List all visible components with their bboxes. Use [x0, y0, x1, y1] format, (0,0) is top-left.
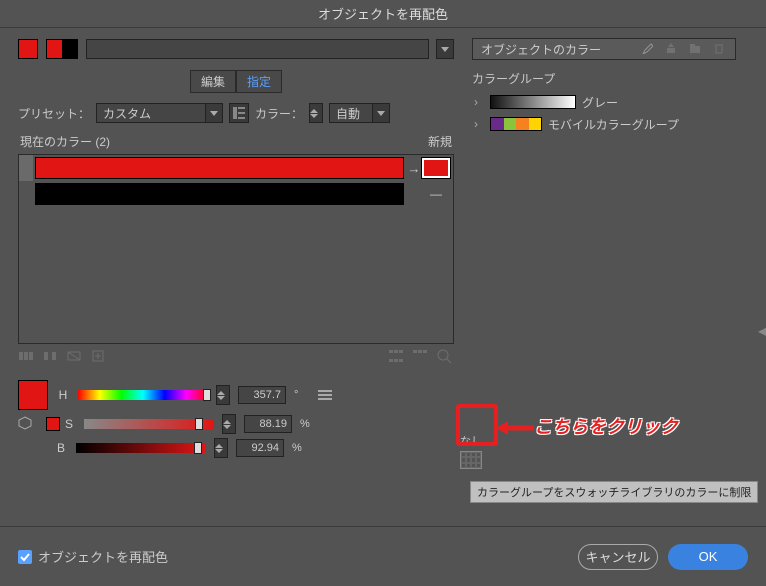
panel-collapse-handle[interactable]: ◀	[758, 324, 766, 340]
color-row[interactable]: —	[19, 181, 453, 207]
expand-icon[interactable]: ›	[474, 117, 484, 131]
group-swatch-strip	[490, 117, 542, 131]
hue-unit: °	[294, 389, 308, 401]
new-colors-label: 新規	[428, 133, 452, 150]
grid-options-icon	[233, 107, 245, 119]
saturation-label: S	[62, 417, 76, 431]
brightness-label: B	[54, 441, 68, 455]
preset-row: プリセット： カスタム カラー： 自動	[18, 103, 454, 123]
current-color-bar[interactable]	[35, 157, 404, 179]
color-list-toolbar	[18, 344, 454, 374]
checkbox-checked-icon[interactable]	[18, 550, 32, 564]
dialog-title: オブジェクトを再配色	[0, 0, 766, 28]
preset-value: カスタム	[96, 103, 206, 123]
color-row[interactable]: →	[19, 155, 453, 181]
sort-lightness-icon[interactable]	[412, 348, 430, 366]
color-group-swatch[interactable]	[46, 39, 78, 59]
hue-label: H	[56, 388, 70, 402]
saturation-input[interactable]	[244, 415, 292, 433]
expand-icon[interactable]: ›	[474, 95, 484, 109]
color-count-select[interactable]: 自動	[329, 103, 390, 123]
saturation-unit: %	[300, 418, 314, 430]
new-row-icon[interactable]	[90, 348, 108, 366]
current-colors-label: 現在のカラー (2)	[20, 133, 110, 150]
hue-slider[interactable]	[78, 390, 208, 400]
swatch-library-button[interactable]	[460, 451, 482, 469]
preset-select[interactable]: カスタム	[96, 103, 223, 123]
exclude-colors-icon[interactable]	[66, 348, 84, 366]
color-group-item[interactable]: › グレー	[472, 91, 736, 113]
tab-edit[interactable]: 編集	[190, 70, 236, 93]
no-assignment-icon[interactable]: —	[422, 184, 450, 204]
group-name: モバイルカラーグループ	[548, 116, 679, 133]
color-assignment-list: → —	[18, 154, 454, 344]
artwork-colors-label: オブジェクトのカラー	[481, 41, 601, 58]
preset-label: プリセット：	[18, 105, 90, 122]
color-group-name-field[interactable]	[86, 39, 429, 59]
folder-icon[interactable]	[689, 42, 703, 56]
sort-hue-icon[interactable]	[388, 348, 406, 366]
preset-options-button[interactable]	[229, 103, 249, 123]
group-swatch-strip	[490, 95, 576, 109]
color-count-stepper[interactable]	[309, 103, 323, 123]
hsb-section: H ° S % B	[18, 374, 454, 458]
color-groups-header: カラーグループ	[472, 70, 736, 87]
saturation-stepper[interactable]	[222, 414, 236, 434]
mode-tabs: 編集 指定	[18, 70, 454, 93]
proof-swatch[interactable]	[46, 417, 60, 431]
assign-arrow-icon[interactable]: →	[406, 161, 422, 176]
group-name: グレー	[582, 94, 618, 111]
tooltip: カラーグループをスウォッチライブラリのカラーに制限	[470, 481, 758, 503]
cancel-button[interactable]: キャンセル	[578, 544, 658, 570]
chevron-down-icon	[205, 103, 223, 123]
out-of-gamut-icon[interactable]	[18, 416, 34, 432]
current-colors-header: 現在のカラー (2) 新規	[18, 133, 454, 150]
dialog-footer: オブジェクトを再配色 キャンセル OK	[0, 526, 766, 586]
active-color-swatch[interactable]	[18, 39, 38, 59]
color-count-label: カラー：	[255, 105, 303, 122]
chevron-down-icon	[372, 103, 390, 123]
brightness-slider[interactable]	[76, 443, 206, 453]
artwork-swatch-row	[18, 38, 454, 60]
new-color-swatch[interactable]	[422, 158, 450, 178]
limit-library-label: なし	[460, 436, 482, 448]
tab-assign[interactable]: 指定	[236, 70, 282, 93]
color-group-dropdown-icon[interactable]	[436, 39, 454, 59]
brightness-input[interactable]	[236, 439, 284, 457]
brightness-stepper[interactable]	[214, 438, 228, 458]
current-edit-swatch[interactable]	[18, 380, 48, 410]
current-color-bar[interactable]	[35, 183, 404, 205]
save-group-icon[interactable]	[665, 42, 679, 56]
merge-colors-icon[interactable]	[18, 348, 36, 366]
limit-library-area: なし	[460, 433, 482, 469]
hue-input[interactable]	[238, 386, 286, 404]
left-panel: 編集 指定 プリセット： カスタム カラー： 自動	[0, 28, 464, 526]
recolor-checkbox-label: オブジェクトを再配色	[38, 547, 168, 566]
eyedropper-icon[interactable]	[641, 42, 655, 56]
hue-stepper[interactable]	[216, 385, 230, 405]
artwork-colors-header: オブジェクトのカラー	[472, 38, 736, 60]
color-groups-list: › グレー › モバイルカラーグループ	[472, 91, 736, 361]
brightness-unit: %	[292, 442, 306, 454]
separate-colors-icon[interactable]	[42, 348, 60, 366]
color-group-item[interactable]: › モバイルカラーグループ	[472, 113, 736, 135]
right-panel: オブジェクトのカラー カラーグループ › グレー ›	[464, 28, 750, 526]
recolor-checkbox-row[interactable]: オブジェクトを再配色	[18, 547, 168, 566]
ok-button[interactable]: OK	[668, 544, 748, 570]
find-in-wheel-icon[interactable]	[436, 348, 454, 366]
row-selection-handle[interactable]	[19, 155, 33, 181]
trash-icon[interactable]	[713, 42, 727, 56]
saturation-slider[interactable]	[84, 419, 214, 429]
recolor-artwork-dialog: オブジェクトを再配色 編集 指定 プリセット： カスタム	[0, 0, 766, 586]
dialog-body: 編集 指定 プリセット： カスタム カラー： 自動	[0, 28, 766, 526]
color-count-value: 自動	[329, 103, 373, 123]
color-mode-menu-icon[interactable]	[316, 390, 334, 400]
